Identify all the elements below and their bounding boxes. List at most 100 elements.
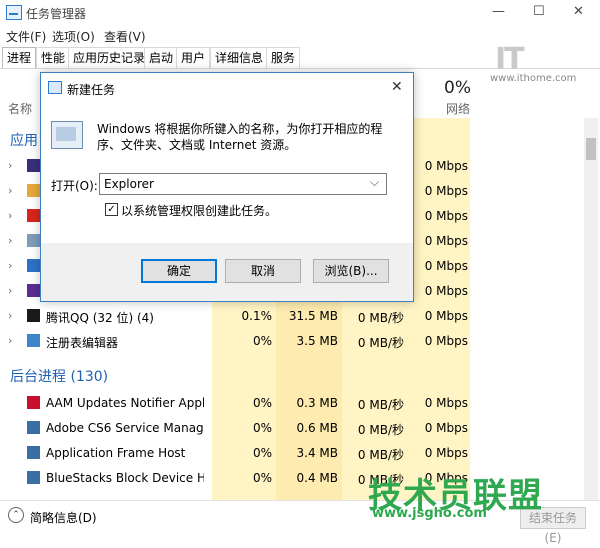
ithome-logo: IT <box>495 42 525 77</box>
dialog-description: Windows 将根据你所键入的名称，为你打开相应的程序、文件夹、文档或 Int… <box>97 122 383 152</box>
window-title: 任务管理器 <box>26 7 87 21</box>
process-icon <box>27 184 40 197</box>
chevron-right-icon[interactable]: › <box>8 159 12 172</box>
process-icon <box>27 259 40 272</box>
disk-value: 0 MB/秒 <box>357 423 404 437</box>
scrollbar-thumb[interactable] <box>586 138 596 160</box>
process-icon <box>27 209 40 222</box>
process-name: BlueStacks Block Device Hel... <box>46 471 204 485</box>
cpu-value: 0% <box>252 421 272 435</box>
cpu-value: 0.1% <box>241 309 273 323</box>
menu-file[interactable]: 文件(F) <box>6 28 46 45</box>
ok-button[interactable]: 确定 <box>141 259 217 283</box>
admin-checkbox-label[interactable]: 以系统管理权限创建此任务。 <box>121 202 277 219</box>
process-icon <box>27 446 40 459</box>
ithome-site: www.ithome.com <box>490 73 577 84</box>
dialog-title: 新建任务 <box>67 83 116 97</box>
network-value: 0 Mbps <box>424 396 468 410</box>
run-program-icon <box>51 121 83 149</box>
network-value: 0 Mbps <box>424 159 468 173</box>
memory-value: 0.3 MB <box>296 396 338 410</box>
fewer-details-link[interactable]: 简略信息(D) <box>30 509 97 526</box>
window-title-bar: 任务管理器 — ☐ ✕ <box>0 0 600 24</box>
menu-bar: 文件(F) 选项(O) 查看(V) <box>0 24 600 44</box>
network-value: 0 Mbps <box>424 209 468 223</box>
cancel-button[interactable]: 取消 <box>225 259 301 283</box>
dialog-close-button[interactable]: ✕ <box>391 79 403 95</box>
tab-users[interactable]: 用户 <box>176 47 211 68</box>
admin-checkbox[interactable]: ✓ <box>105 203 118 216</box>
process-icon <box>27 284 40 297</box>
network-value: 0 Mbps <box>424 334 468 348</box>
chevron-right-icon[interactable]: › <box>8 209 12 222</box>
column-name[interactable]: 名称 <box>8 100 32 117</box>
chevron-right-icon[interactable]: › <box>8 309 12 322</box>
tab-performance[interactable]: 性能 <box>36 47 71 68</box>
process-icon <box>27 334 40 347</box>
cpu-value: 0% <box>252 471 272 485</box>
cpu-value: 0% <box>252 446 272 460</box>
open-input[interactable]: Explorer <box>104 177 154 191</box>
process-icon <box>27 234 40 247</box>
disk-value: 0 MB/秒 <box>357 448 404 462</box>
process-name: AAM Updates Notifier Appli... <box>46 396 204 410</box>
menu-view[interactable]: 查看(V) <box>104 28 146 45</box>
network-value: 0 Mbps <box>424 259 468 273</box>
process-row[interactable]: › 腾讯QQ (32 位) (4) 0.1% 31.5 MB 0 MB/秒 0 Mbps <box>0 304 584 329</box>
network-value: 0 Mbps <box>424 309 468 323</box>
group-background: 后台进程 (130) <box>10 369 109 385</box>
close-button[interactable]: ✕ <box>573 4 584 19</box>
process-row[interactable]: AAM Updates Notifier Appli... 0% 0.3 MB 0 M… <box>0 391 584 416</box>
chevron-right-icon[interactable]: › <box>8 334 12 347</box>
network-value: 0 Mbps <box>424 234 468 248</box>
process-icon <box>27 159 40 172</box>
process-icon <box>27 421 40 434</box>
process-name: Adobe CS6 Service Manager... <box>46 421 204 435</box>
process-icon <box>27 309 40 322</box>
network-value: 0 Mbps <box>424 284 468 298</box>
process-row[interactable]: Application Frame Host 0% 3.4 MB 0 MB/秒 0 Mb… <box>0 441 584 466</box>
chevron-right-icon[interactable]: › <box>8 234 12 247</box>
open-label: 打开(O): <box>51 179 98 193</box>
jsgho-site: www.jsgho.com <box>372 506 487 521</box>
chevron-right-icon[interactable]: › <box>8 284 12 297</box>
new-task-dialog: 新建任务 ✕ Windows 将根据你所键入的名称，为你打开相应的程序、文件夹、… <box>40 72 414 302</box>
tab-startup[interactable]: 启动 <box>144 47 179 68</box>
chevron-right-icon[interactable]: › <box>8 184 12 197</box>
run-icon <box>48 81 62 94</box>
disk-value: 0 MB/秒 <box>357 311 404 325</box>
network-value: 0 Mbps <box>424 446 468 460</box>
tab-details[interactable]: 详细信息 <box>210 47 269 68</box>
network-value: 0 Mbps <box>424 184 468 198</box>
minimize-button[interactable]: — <box>492 4 505 19</box>
chevron-down-icon[interactable]: ⌵ <box>370 175 379 190</box>
chevron-right-icon[interactable]: › <box>8 259 12 272</box>
memory-value: 3.5 MB <box>296 334 338 348</box>
column-network[interactable]: 网络 <box>446 100 470 117</box>
scrollbar[interactable] <box>584 118 598 500</box>
group-apps: 应用 <box>10 133 38 149</box>
process-row[interactable]: Adobe CS6 Service Manager... 0% 0.6 MB 0 MB… <box>0 416 584 441</box>
memory-value: 31.5 MB <box>288 309 338 323</box>
cpu-value: 0% <box>252 334 272 348</box>
process-icon <box>27 396 40 409</box>
menu-options[interactable]: 选项(O) <box>52 28 95 45</box>
maximize-button[interactable]: ☐ <box>533 4 545 19</box>
disk-value: 0 MB/秒 <box>357 336 404 350</box>
dialog-body: Windows 将根据你所键入的名称，为你打开相应的程序、文件夹、文档或 Int… <box>41 103 413 243</box>
tab-processes[interactable]: 进程 <box>2 47 37 68</box>
memory-value: 3.4 MB <box>296 446 338 460</box>
chevron-up-icon[interactable]: ⌃ <box>8 507 24 523</box>
dialog-title-bar: 新建任务 ✕ <box>41 73 413 103</box>
open-combobox[interactable]: Explorer ⌵ <box>99 173 387 195</box>
tab-app-history[interactable]: 应用历史记录 <box>68 47 151 68</box>
disk-value: 0 MB/秒 <box>357 398 404 412</box>
browse-button[interactable]: 浏览(B)... <box>313 259 389 283</box>
process-row[interactable]: › 注册表编辑器 0% 3.5 MB 0 MB/秒 0 Mbps <box>0 329 584 354</box>
memory-value: 0.6 MB <box>296 421 338 435</box>
process-name: 注册表编辑器 <box>46 336 119 350</box>
tab-services[interactable]: 服务 <box>266 47 301 68</box>
memory-value: 0.4 MB <box>296 471 338 485</box>
network-percent: 0% <box>444 78 471 98</box>
process-name: 腾讯QQ (32 位) (4) <box>46 311 154 325</box>
